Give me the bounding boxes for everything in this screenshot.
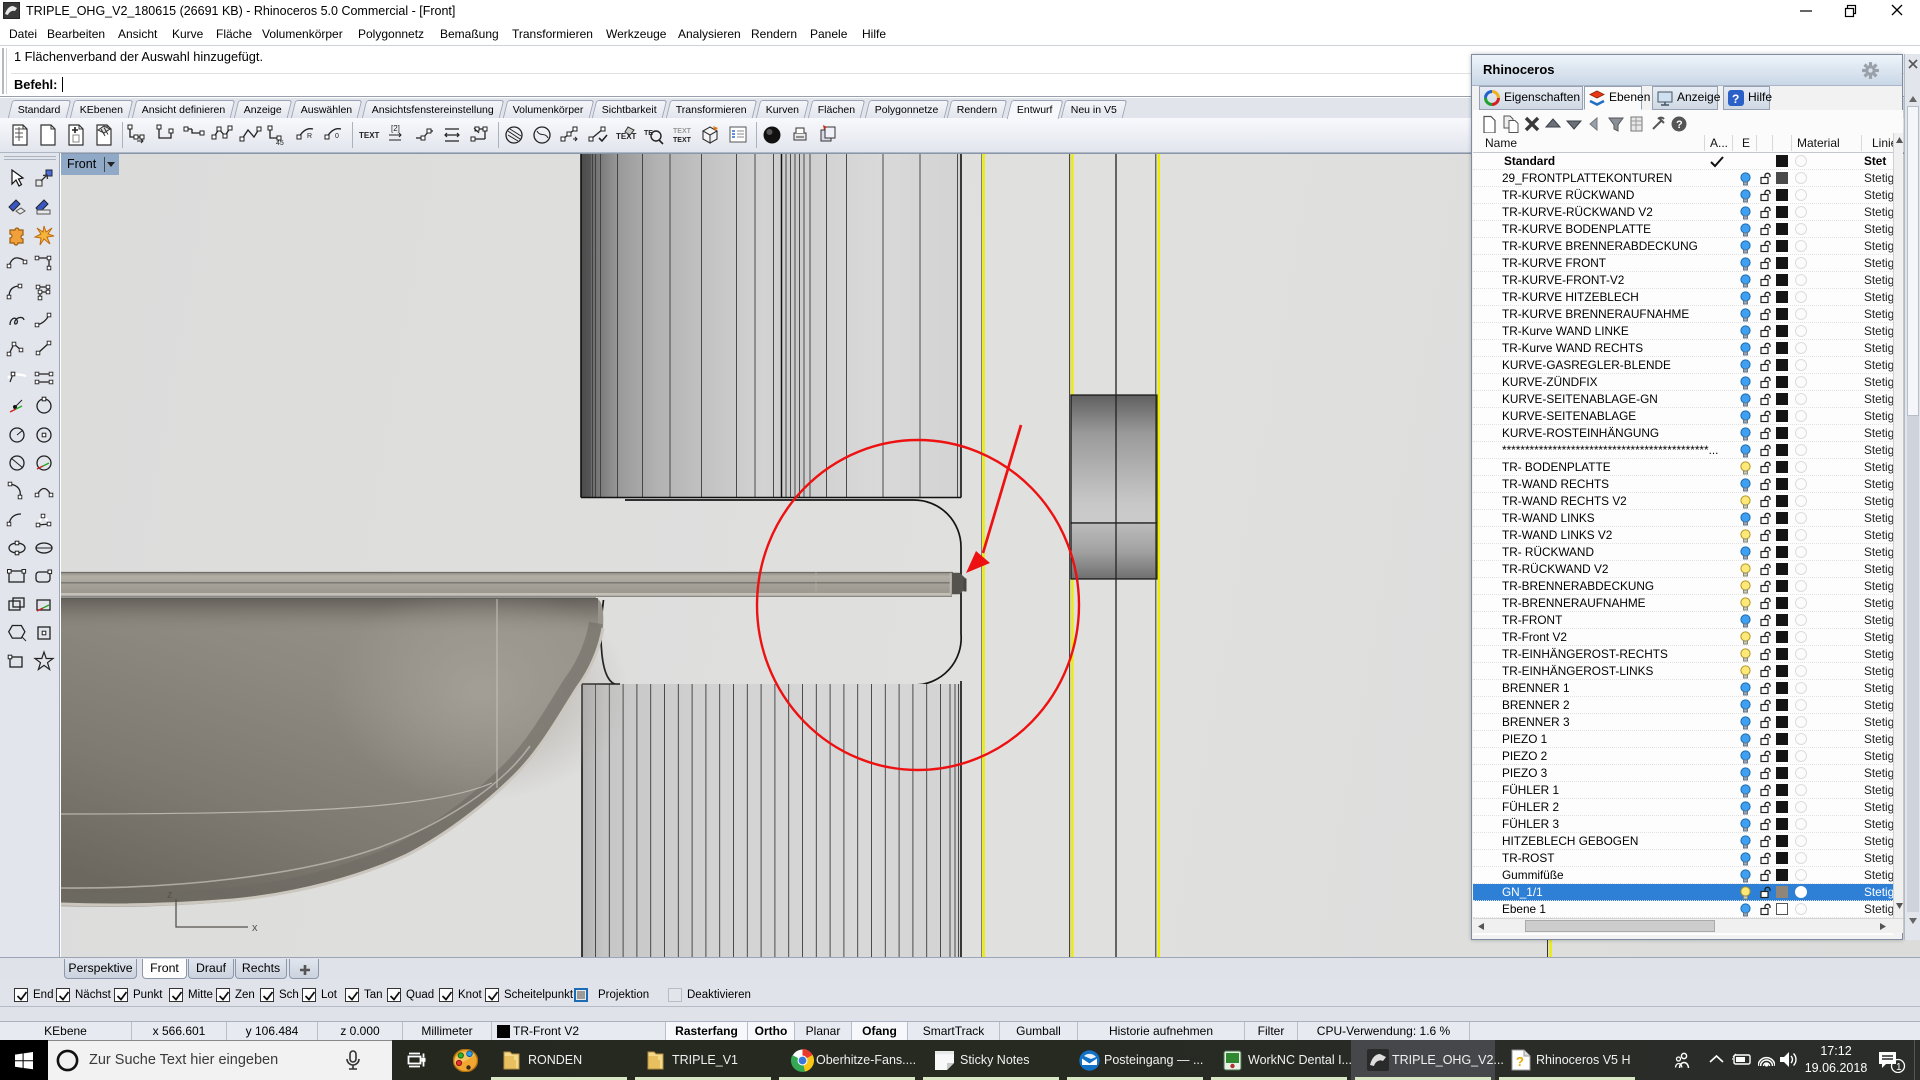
svg-text:x: x [252, 922, 258, 934]
svg-text:z: z [167, 889, 173, 901]
svg-text:TEXT: TEXT [673, 128, 692, 135]
svg-text:45: 45 [276, 140, 284, 147]
svg-text:R: R [307, 133, 312, 140]
svg-text:0: 0 [335, 133, 339, 140]
svg-text:?: ? [1516, 1054, 1524, 1069]
svg-text:[2]: [2] [391, 124, 400, 133]
svg-text:1: 1 [1896, 1062, 1902, 1073]
svg-text:TEXT: TEXT [673, 137, 692, 144]
svg-text:?: ? [1732, 92, 1739, 106]
svg-text:?: ? [1676, 119, 1683, 131]
svg-text:TEXT: TEXT [359, 131, 380, 140]
